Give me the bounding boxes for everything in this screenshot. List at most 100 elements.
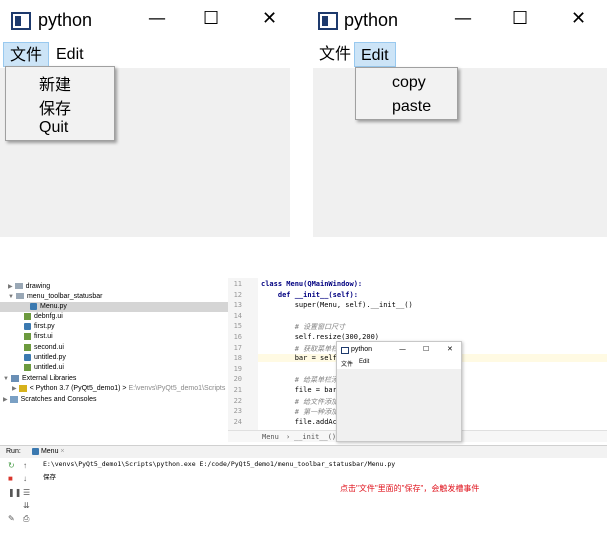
tree-item-debnfg-ui[interactable]: debnfg.ui xyxy=(24,312,63,322)
tree-item-menu-toolbar-statusbar[interactable]: ▼ menu_toolbar_statusbar xyxy=(8,292,102,302)
restore-layout-icon[interactable]: ⇊ xyxy=(23,501,30,510)
collapsed-arrow-icon[interactable]: ▶ xyxy=(12,386,17,392)
tree-item-python-sdk[interactable]: ▶ < Python 3.7 (PyQt5_demo1) > E:\venvs\P… xyxy=(12,384,225,394)
line-number: 11 xyxy=(233,280,242,288)
python-file-icon xyxy=(24,322,31,330)
minimize-button[interactable]: — xyxy=(454,8,472,29)
maximize-button[interactable]: ☐ xyxy=(423,345,429,353)
tree-item-label: untitled.ui xyxy=(34,364,64,371)
python-sdk-icon xyxy=(18,384,27,392)
tree-item-label: debnfg.ui xyxy=(34,313,63,320)
line-number: 24 xyxy=(233,417,242,426)
window-right: python — ☐ ✕ 文件 Edit copy paste xyxy=(313,0,607,237)
collapsed-arrow-icon[interactable]: ▶ xyxy=(8,284,13,290)
menu-bar: 文件 Edit xyxy=(313,40,607,68)
breadcrumb-method[interactable]: __init__() xyxy=(294,431,336,443)
code-line[interactable]: class Menu(QMainWindow): xyxy=(261,280,362,288)
ui-file-icon xyxy=(24,343,31,351)
close-button[interactable]: ✕ xyxy=(571,8,586,29)
maximize-button[interactable]: ☐ xyxy=(512,8,528,29)
close-tab-icon[interactable]: × xyxy=(60,448,64,455)
window-title: python xyxy=(38,10,93,30)
menu-file[interactable]: 文件 xyxy=(341,359,353,368)
line-number: 13 xyxy=(233,301,242,310)
tree-item-label: External Libraries xyxy=(21,375,77,382)
rerun-icon[interactable]: ↻ xyxy=(8,461,15,470)
tree-item-untitled-py[interactable]: untitled.py xyxy=(24,353,66,363)
tree-item-untitled-ui[interactable]: untitled.ui xyxy=(24,363,64,373)
window-title: python xyxy=(344,10,399,30)
tree-item-label: untitled.py xyxy=(34,354,66,361)
menu-edit[interactable]: Edit xyxy=(354,42,396,67)
run-command-line: E:\venvs\PyQt5_demo1\Scripts\python.exe … xyxy=(43,460,396,468)
scroll-down-icon[interactable]: ↓ xyxy=(23,474,27,483)
ui-file-icon xyxy=(24,332,31,340)
python-app-icon xyxy=(341,347,349,354)
menu-file[interactable]: 文件 xyxy=(313,42,357,67)
tree-item-second-ui[interactable]: second.ui xyxy=(24,343,64,353)
python-app-icon xyxy=(11,12,31,30)
menu-item-copy[interactable]: copy xyxy=(392,74,426,92)
collapsed-arrow-icon[interactable]: ▶ xyxy=(3,397,8,403)
run-panel: Run: Menu × ↻ ↑ ■ ↓ ❚❚ ☰ ⇊ ✎ ⎙ E:\venvs\… xyxy=(0,445,607,552)
folder-icon xyxy=(14,283,23,290)
scroll-up-icon[interactable]: ↑ xyxy=(23,461,27,470)
expanded-arrow-icon[interactable]: ▼ xyxy=(8,294,14,300)
breadcrumb-class[interactable]: Menu xyxy=(262,431,279,443)
menu-file[interactable]: 文件 xyxy=(3,42,50,67)
tree-item-scratches[interactable]: ▶ Scratches and Consoles xyxy=(3,395,97,405)
tree-item-first-py[interactable]: first.py xyxy=(24,322,55,332)
menu-item-save[interactable]: 保存 xyxy=(39,95,71,119)
library-icon xyxy=(10,374,19,382)
scratches-icon xyxy=(9,395,18,403)
menu-edit[interactable]: Edit xyxy=(359,359,369,365)
code-line[interactable]: super(Menu, self).__init__() xyxy=(261,301,413,309)
code-line[interactable]: # 给菜单栏添 xyxy=(261,375,338,385)
stop-icon[interactable]: ■ xyxy=(8,474,13,483)
title-bar: python — ☐ ✕ xyxy=(0,0,290,40)
tree-item-first-ui[interactable]: first.ui xyxy=(24,332,53,342)
pause-icon[interactable]: ❚❚ xyxy=(8,488,21,497)
run-tab-bar: Run: Menu × xyxy=(0,446,607,458)
close-button[interactable]: ✕ xyxy=(262,8,277,29)
code-line[interactable]: # 设置窗口尺寸 xyxy=(261,322,345,332)
menu-bar: 文件 Edit xyxy=(0,40,290,68)
menu-edit[interactable]: Edit xyxy=(50,42,90,67)
tree-item-label: first.ui xyxy=(34,333,53,340)
pin-icon[interactable]: ✎ xyxy=(8,514,15,523)
minimize-button[interactable]: — xyxy=(148,8,166,29)
edit-menu-dropdown: copy paste xyxy=(355,67,458,120)
file-menu-dropdown: 新建 保存 Quit xyxy=(5,66,115,141)
code-line[interactable]: # 第一种添加 xyxy=(261,407,338,417)
tree-item-external-libraries[interactable]: ▼ External Libraries xyxy=(3,374,76,384)
line-number: 18 xyxy=(233,354,242,363)
run-tab-menu[interactable]: Menu × xyxy=(32,446,65,458)
menu-item-quit[interactable]: Quit xyxy=(39,119,68,137)
title-bar: python — ☐ ✕ xyxy=(313,0,607,40)
line-number: 16 xyxy=(233,333,242,341)
close-button[interactable]: ✕ xyxy=(447,345,453,353)
code-line[interactable]: # 获取菜单栏 xyxy=(261,344,338,354)
soft-wrap-icon[interactable]: ☰ xyxy=(23,488,30,497)
line-number: 12 xyxy=(233,290,242,299)
code-line[interactable]: self.resize(300,200) xyxy=(261,333,379,341)
code-line[interactable]: file = bar xyxy=(261,386,337,394)
code-line[interactable]: def __init__(self): xyxy=(261,291,358,299)
code-line[interactable]: file.addAc xyxy=(261,418,337,426)
maximize-button[interactable]: ☐ xyxy=(203,8,219,29)
client-area xyxy=(337,369,461,441)
print-icon[interactable]: ⎙ xyxy=(23,514,29,524)
folder-icon xyxy=(15,293,24,300)
menu-item-new[interactable]: 新建 xyxy=(39,71,71,95)
menu-item-paste[interactable]: paste xyxy=(392,98,431,116)
expanded-arrow-icon[interactable]: ▼ xyxy=(3,376,9,382)
running-app-window[interactable]: python — ☐ ✕ 文件 Edit xyxy=(336,341,462,442)
line-number: 17 xyxy=(233,343,242,352)
run-output: 保存 xyxy=(43,473,56,481)
minimize-button[interactable]: — xyxy=(399,345,406,353)
tree-item-menu-py[interactable]: Menu.py xyxy=(0,302,228,312)
tree-item-drawing[interactable]: ▶ drawing xyxy=(8,282,50,292)
code-line[interactable]: # 给文件添加 xyxy=(261,397,338,407)
ui-file-icon xyxy=(24,312,31,320)
line-number: 14 xyxy=(233,311,242,320)
